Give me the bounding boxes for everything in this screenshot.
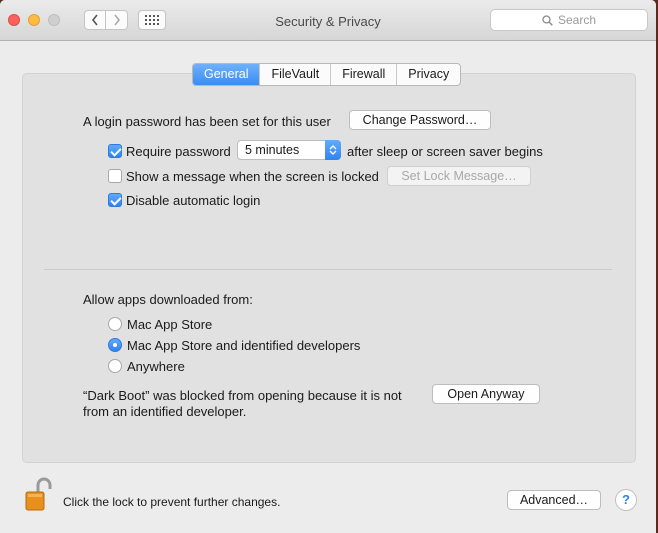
lock-instruction-text: Click the lock to prevent further change… — [63, 495, 281, 509]
search-field[interactable]: Search — [490, 9, 648, 31]
tab-privacy[interactable]: Privacy — [396, 64, 460, 85]
tab-general[interactable]: General — [193, 64, 260, 85]
show-message-checkbox[interactable] — [108, 169, 122, 183]
radio-anywhere[interactable] — [108, 359, 122, 373]
security-privacy-window: Security & Privacy Search General FileVa… — [0, 0, 656, 533]
advanced-button[interactable]: Advanced… — [507, 490, 601, 510]
title-bar: Security & Privacy Search — [0, 0, 656, 41]
require-password-label: Require password — [126, 144, 231, 159]
search-icon — [542, 14, 553, 26]
section-divider — [44, 269, 612, 270]
search-placeholder: Search — [557, 13, 597, 27]
disable-automatic-login-checkbox[interactable] — [108, 193, 122, 207]
updown-arrows-icon — [325, 140, 341, 160]
radio-anywhere-label: Anywhere — [127, 359, 185, 374]
radio-mac-app-store-label: Mac App Store — [127, 317, 213, 332]
radio-mac-app-store[interactable] — [108, 317, 122, 331]
radio-identified-developers[interactable] — [108, 338, 122, 352]
radio-identified-developers-label: Mac App Store and identified developers — [127, 338, 361, 353]
blocked-app-message-line1: “Dark Boot” was blocked from opening bec… — [83, 388, 402, 403]
open-anyway-button[interactable]: Open Anyway — [432, 384, 540, 404]
require-password-delay-select[interactable]: 5 minutes — [237, 140, 341, 160]
change-password-button[interactable]: Change Password… — [349, 110, 491, 130]
unlocked-padlock-icon — [25, 477, 52, 511]
blocked-app-message-line2: from an identified developer. — [83, 404, 247, 419]
show-message-label: Show a message when the screen is locked — [126, 169, 379, 184]
set-lock-message-button: Set Lock Message… — [387, 166, 531, 186]
tab-filevault[interactable]: FileVault — [259, 64, 330, 85]
after-sleep-text: after sleep or screen saver begins — [347, 144, 543, 159]
login-password-text: A login password has been set for this u… — [83, 114, 331, 129]
allow-apps-heading: Allow apps downloaded from: — [83, 292, 253, 307]
tab-bar: General FileVault Firewall Privacy — [192, 63, 462, 86]
require-password-checkbox[interactable] — [108, 144, 122, 158]
tab-firewall[interactable]: Firewall — [330, 64, 396, 85]
lock-button[interactable] — [24, 477, 52, 516]
help-button[interactable]: ? — [615, 489, 637, 511]
require-password-delay-value: 5 minutes — [245, 143, 300, 157]
disable-automatic-login-label: Disable automatic login — [126, 193, 261, 208]
